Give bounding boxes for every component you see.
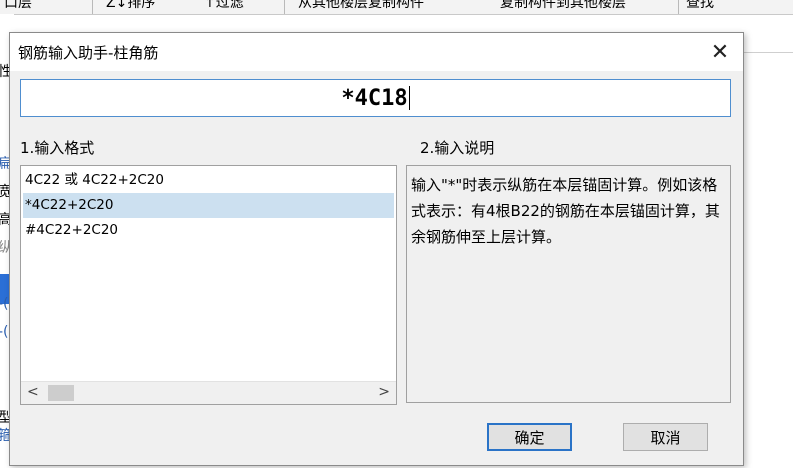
format-item[interactable]: 4C22 或 4C22+2C20 [23, 168, 394, 193]
ok-button[interactable]: 确定 [487, 423, 572, 451]
dialog-titlebar[interactable]: 钢筋输入助手-柱角筋 ✕ [10, 33, 743, 71]
format-item[interactable]: #4C22+2C20 [23, 218, 394, 243]
bg-toolbar-item[interactable]: 口层 [4, 0, 32, 10]
background-divider [744, 52, 793, 53]
rebar-input-dialog: 钢筋输入助手-柱角筋 ✕ *4C18 1.输入格式 2.输入说明 4C22 或 … [9, 32, 744, 466]
description-section-label: 2.输入说明 [420, 139, 495, 157]
bg-label-fragment: -( [0, 296, 9, 312]
bg-copy-to-floor-button[interactable]: 复制构件到其他楼层 [500, 0, 626, 10]
dialog-title: 钢筋输入助手-柱角筋 [18, 44, 159, 62]
rebar-input-value: *4C18 [341, 85, 408, 111]
bg-label-fragment: -( [0, 324, 9, 340]
toolbar-separator [284, 0, 285, 14]
horizontal-scrollbar[interactable]: < > [21, 381, 396, 404]
bg-copy-from-floor-button[interactable]: 从其他楼层复制构件 [298, 0, 424, 10]
toolbar-separator [678, 0, 679, 14]
format-list[interactable]: 4C22 或 4C22+2C20 *4C22+2C20 #4C22+2C20 <… [20, 165, 397, 405]
description-box: 输入"*"时表示纵筋在本层锚固计算。例如该格式表示：有4根B22的钢筋在本层锚固… [406, 165, 731, 403]
bg-sort-button[interactable]: Z↓排序 [106, 0, 155, 10]
chevron-right-icon[interactable]: > [378, 384, 390, 400]
text-caret [408, 86, 410, 110]
rebar-input-field[interactable]: *4C18 [20, 79, 731, 117]
background-toolbar: 口层 Z↓排序 ↑过滤 从其他楼层复制构件 复制构件到其他楼层 查找 [0, 0, 793, 15]
bg-filter-button[interactable]: ↑过滤 [204, 0, 244, 10]
scrollbar-thumb[interactable] [48, 385, 74, 401]
format-item-selected[interactable]: *4C22+2C20 [23, 193, 394, 218]
bg-find-button[interactable]: 查找 [686, 0, 714, 10]
cancel-button[interactable]: 取消 [623, 423, 708, 451]
chevron-left-icon[interactable]: < [27, 384, 39, 400]
format-section-label: 1.输入格式 [20, 139, 95, 157]
toolbar-separator [92, 0, 93, 14]
close-icon[interactable]: ✕ [697, 33, 743, 71]
